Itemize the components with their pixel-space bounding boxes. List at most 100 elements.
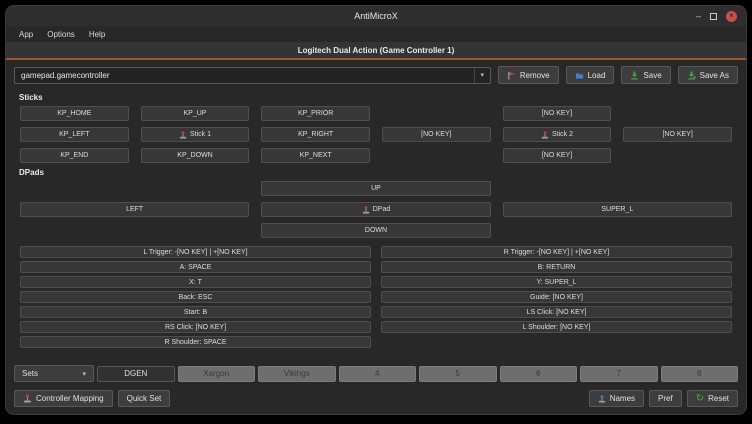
- quick-set-label: Quick Set: [127, 394, 162, 403]
- l-shoulder-mapping[interactable]: L Shoulder: [NO KEY]: [381, 321, 732, 333]
- close-icon[interactable]: ×: [726, 11, 737, 22]
- save-as-profile-label: Save As: [700, 71, 729, 80]
- stick1-name: Stick 1: [190, 131, 211, 138]
- grid-spacer: [623, 106, 732, 121]
- set-tab-8[interactable]: 8: [661, 366, 739, 382]
- stick2-right-button[interactable]: [NO KEY]: [623, 127, 732, 142]
- joystick-icon: [362, 206, 370, 214]
- x-button-mapping[interactable]: X: T: [20, 276, 371, 288]
- maximize-icon[interactable]: [710, 13, 717, 20]
- stick1-left-button[interactable]: KP_LEFT: [20, 127, 129, 142]
- guide-button-mapping[interactable]: Guide: [NO KEY]: [381, 291, 732, 303]
- footer-bar: Controller Mapping Quick Set Names Pref: [6, 387, 746, 414]
- grid-spacer: [503, 223, 732, 238]
- stick2-up-button[interactable]: [NO KEY]: [503, 106, 612, 121]
- dpad-up-button[interactable]: UP: [261, 181, 490, 196]
- remove-profile-label: Remove: [520, 71, 550, 80]
- sticks-section-label: Sticks: [19, 93, 746, 102]
- menu-help[interactable]: Help: [82, 28, 112, 41]
- save-profile-label: Save: [643, 71, 661, 80]
- stick2-left-button[interactable]: [NO KEY]: [382, 127, 491, 142]
- joystick-icon: [541, 131, 549, 139]
- chevron-down-icon[interactable]: ▾: [474, 68, 490, 83]
- dpad-name: DPad: [373, 206, 391, 213]
- ls-click-mapping[interactable]: LS Click: [NO KEY]: [381, 306, 732, 318]
- profile-bar: gamepad.gamecontroller ▾ Remove Load Sa: [6, 60, 746, 88]
- grid-spacer: [503, 181, 732, 196]
- joystick-icon: [179, 131, 187, 139]
- dpad-group: UP LEFT DPad SUPER_L DOWN: [6, 181, 746, 238]
- set-tab-7[interactable]: 7: [580, 366, 658, 382]
- rs-click-mapping[interactable]: RS Click: [NO KEY]: [20, 321, 371, 333]
- set-tab-3[interactable]: Vikings: [258, 366, 336, 382]
- stick1-up-button[interactable]: KP_UP: [141, 106, 250, 121]
- window-controls: – ×: [696, 6, 737, 26]
- a-button-mapping[interactable]: A: SPACE: [20, 261, 371, 273]
- stick2-name: Stick 2: [552, 131, 573, 138]
- b-button-mapping[interactable]: B: RETURN: [381, 261, 732, 273]
- save-as-arrow-icon: [687, 71, 696, 80]
- names-joystick-icon: [598, 395, 606, 403]
- titlebar: AntiMicroX – ×: [6, 6, 746, 26]
- menu-options[interactable]: Options: [40, 28, 82, 41]
- app-window: AntiMicroX – × App Options Help Logitech…: [6, 6, 746, 414]
- footer-left-group: Controller Mapping Quick Set: [14, 390, 170, 407]
- window-title: AntiMicroX: [354, 11, 398, 21]
- remove-flag-icon: [507, 71, 516, 80]
- sets-dropdown-label: Sets: [22, 369, 38, 378]
- dpad-center-button[interactable]: DPad: [261, 202, 490, 217]
- stick1-down-button[interactable]: KP_DOWN: [141, 148, 250, 163]
- stick1-downright-button[interactable]: KP_NEXT: [261, 148, 370, 163]
- grid-spacer: [381, 336, 732, 348]
- stick1-center-button[interactable]: Stick 1: [141, 127, 250, 142]
- save-profile-button[interactable]: Save: [621, 66, 670, 84]
- dpad-right-button[interactable]: SUPER_L: [503, 202, 732, 217]
- back-button-mapping[interactable]: Back: ESC: [20, 291, 371, 303]
- profile-combobox[interactable]: gamepad.gamecontroller ▾: [14, 67, 491, 84]
- save-as-profile-button[interactable]: Save As: [678, 66, 738, 84]
- grid-spacer: [382, 148, 491, 163]
- menu-app[interactable]: App: [12, 28, 40, 41]
- stick2-down-button[interactable]: [NO KEY]: [503, 148, 612, 163]
- dpad-down-button[interactable]: DOWN: [261, 223, 490, 238]
- pref-button[interactable]: Pref: [649, 390, 682, 407]
- minimize-icon[interactable]: –: [696, 12, 701, 21]
- r-shoulder-mapping[interactable]: R Shoulder: SPACE: [20, 336, 371, 348]
- stick1-downleft-button[interactable]: KP_END: [20, 148, 129, 163]
- tab-controller[interactable]: Logitech Dual Action (Game Controller 1): [298, 46, 455, 55]
- menubar: App Options Help: [6, 26, 746, 42]
- button-mappings: L Trigger: -[NO KEY] | +[NO KEY] R Trigg…: [6, 244, 746, 348]
- stick1-group: KP_HOME KP_UP KP_PRIOR KP_LEFT Stick 1 K…: [20, 106, 370, 163]
- reset-button[interactable]: ↻ Reset: [687, 390, 738, 407]
- names-toggle-button[interactable]: Names: [589, 390, 644, 407]
- names-label: Names: [610, 394, 635, 403]
- controller-mapping-button[interactable]: Controller Mapping: [14, 390, 113, 407]
- set-tab-4[interactable]: 4: [339, 366, 417, 382]
- y-button-mapping[interactable]: Y: SUPER_L: [381, 276, 732, 288]
- set-tab-2[interactable]: Xargon: [178, 366, 256, 382]
- grid-spacer: [20, 181, 249, 196]
- stick1-upright-button[interactable]: KP_PRIOR: [261, 106, 370, 121]
- main-content: gamepad.gamecontroller ▾ Remove Load Sa: [6, 60, 746, 414]
- l-trigger-mapping-button[interactable]: L Trigger: -[NO KEY] | +[NO KEY]: [20, 246, 371, 258]
- quick-set-button[interactable]: Quick Set: [118, 390, 171, 407]
- start-button-mapping[interactable]: Start: B: [20, 306, 371, 318]
- set-tab-5[interactable]: 5: [419, 366, 497, 382]
- grid-spacer: [382, 106, 491, 121]
- r-trigger-mapping-button[interactable]: R Trigger: -[NO KEY] | +[NO KEY]: [381, 246, 732, 258]
- stick1-upleft-button[interactable]: KP_HOME: [20, 106, 129, 121]
- load-folder-icon: [575, 71, 584, 80]
- load-profile-label: Load: [588, 71, 606, 80]
- set-tab-6[interactable]: 6: [500, 366, 578, 382]
- set-tab-1[interactable]: DGEN: [97, 366, 175, 382]
- gamepad-icon: [23, 394, 32, 403]
- remove-profile-button[interactable]: Remove: [498, 66, 559, 84]
- controller-mapping-label: Controller Mapping: [36, 394, 104, 403]
- stick1-right-button[interactable]: KP_RIGHT: [261, 127, 370, 142]
- stick2-center-button[interactable]: Stick 2: [503, 127, 612, 142]
- profile-combobox-value: gamepad.gamecontroller: [21, 71, 110, 80]
- dpad-left-button[interactable]: LEFT: [20, 202, 249, 217]
- sets-dropdown-button[interactable]: Sets ▾: [14, 365, 94, 382]
- load-profile-button[interactable]: Load: [566, 66, 615, 84]
- stick2-group: [NO KEY] [NO KEY] Stick 2 [NO KEY] [NO K…: [382, 106, 732, 163]
